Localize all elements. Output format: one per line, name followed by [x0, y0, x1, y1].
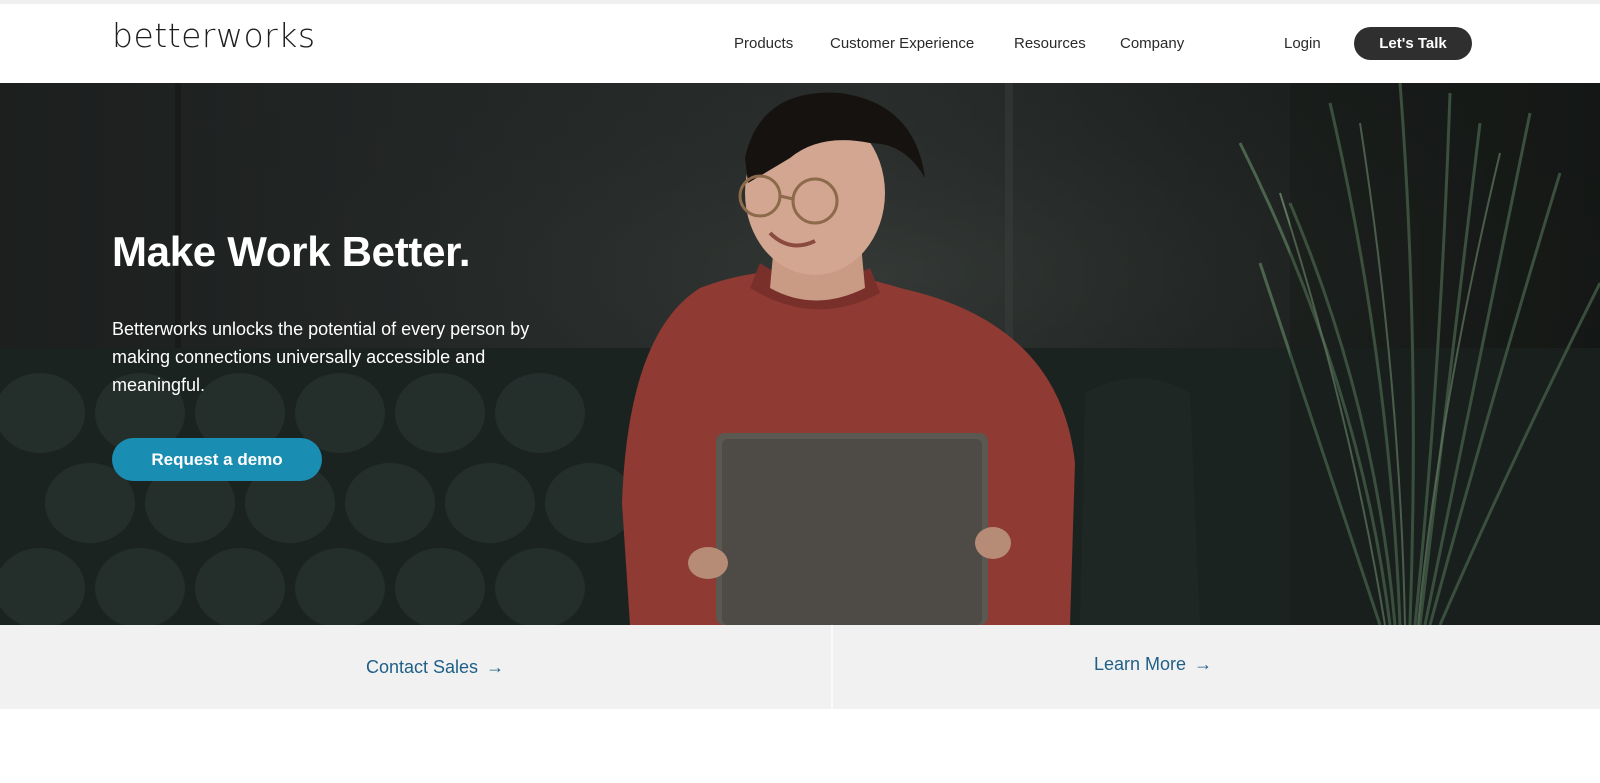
site-header: betterworks Products Customer Experience… — [0, 4, 1600, 83]
hero-description: Betterworks unlocks the potential of eve… — [112, 319, 530, 395]
link-divider — [831, 625, 833, 709]
cta-link-bar: Contact Sales → Learn More → — [0, 625, 1600, 709]
learn-more-label: Learn More — [1094, 654, 1187, 674]
nav-company[interactable]: Company — [1120, 35, 1184, 52]
arrow-right-icon: → — [1194, 654, 1213, 674]
contact-sales-link[interactable]: Contact Sales → — [366, 657, 504, 678]
login-link[interactable]: Login — [1284, 35, 1321, 52]
arrow-right-icon: → — [486, 657, 505, 677]
nav-products[interactable]: Products — [734, 35, 793, 52]
request-demo-button[interactable]: Request a demo — [112, 438, 322, 481]
learn-more-link[interactable]: Learn More → — [1094, 654, 1212, 675]
nav-resources[interactable]: Resources — [1014, 35, 1086, 52]
hero-banner: Make Work Better. Betterworks unlocks th… — [0, 83, 1600, 625]
lets-talk-button[interactable]: Let's Talk — [1354, 27, 1472, 60]
betterworks-logo[interactable]: betterworks — [112, 16, 316, 55]
hero-title: Make Work Better. — [112, 228, 471, 275]
nav-customer-experience[interactable]: Customer Experience — [830, 35, 974, 52]
contact-sales-label: Contact Sales — [366, 657, 479, 677]
